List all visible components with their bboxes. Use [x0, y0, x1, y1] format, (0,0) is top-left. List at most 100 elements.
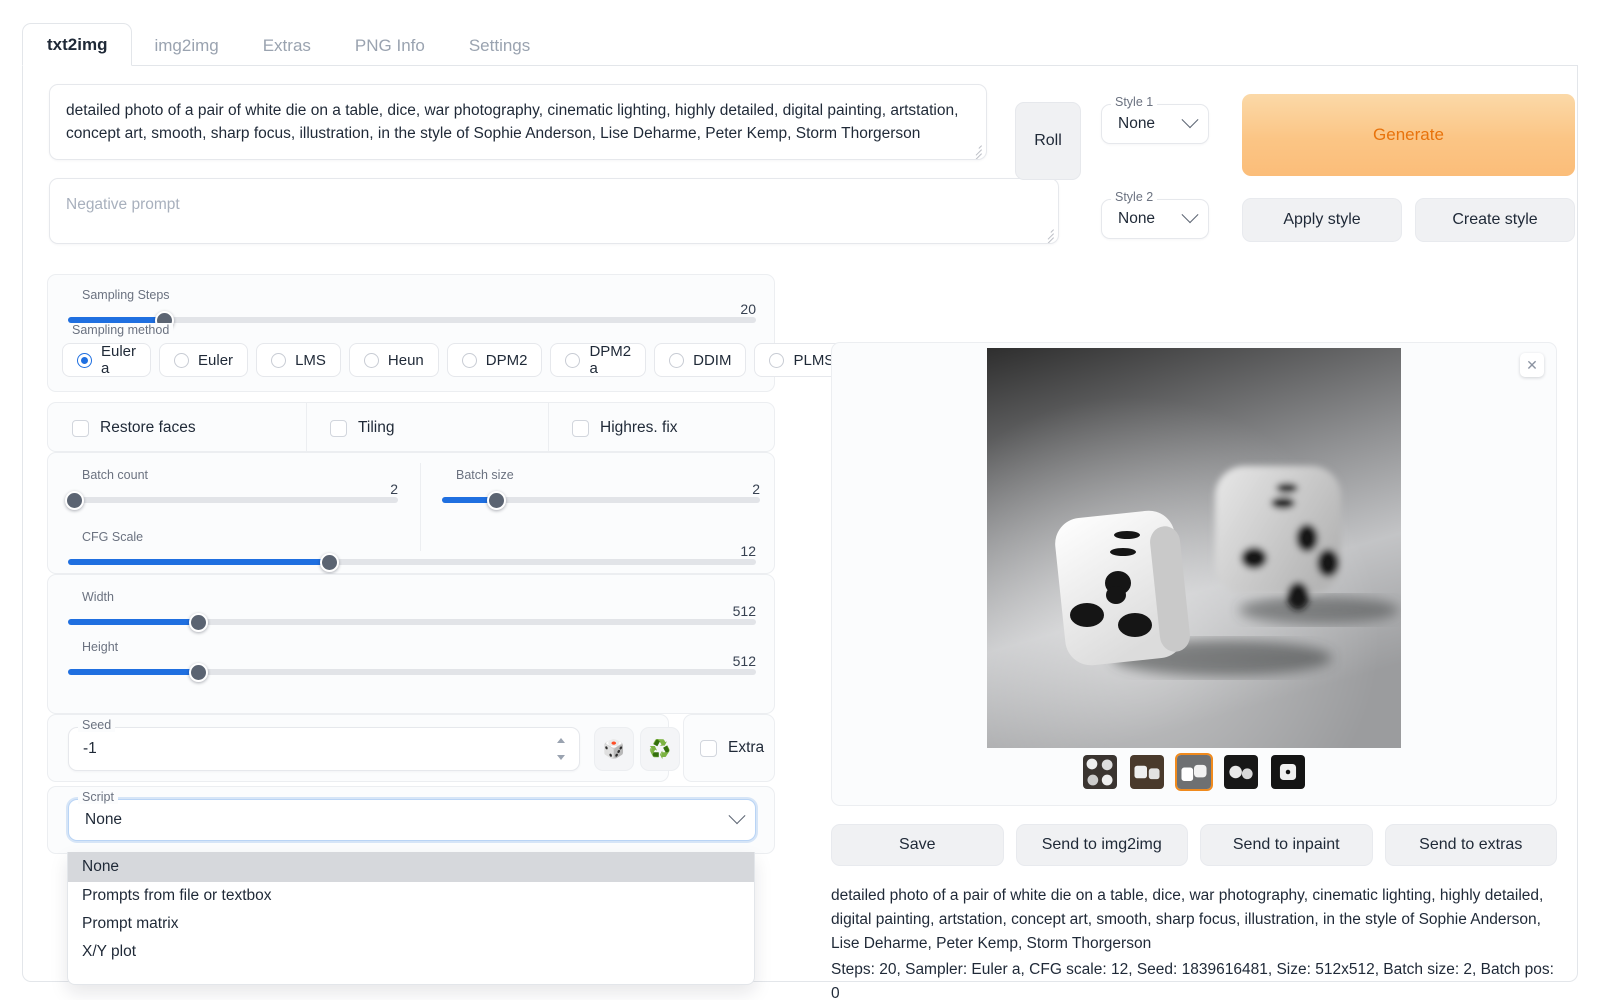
sampling-method-label: Sampling method: [68, 323, 173, 337]
output-actions: Save Send to img2img Send to inpaint Sen…: [831, 824, 1557, 866]
generation-info: detailed photo of a pair of white die on…: [831, 884, 1557, 1000]
tiling-checkbox[interactable]: Tiling: [330, 419, 394, 437]
tab-png-info[interactable]: PNG Info: [333, 27, 447, 65]
thumbnail-0[interactable]: [1081, 753, 1119, 791]
width-slider[interactable]: Width 512: [68, 599, 756, 625]
send-to-inpaint-button[interactable]: Send to inpaint: [1200, 824, 1373, 866]
style1-label: Style 1: [1111, 95, 1157, 109]
script-option-none[interactable]: None: [68, 852, 754, 882]
send-extras-label: Send to extras: [1419, 836, 1522, 854]
radio-icon: [77, 353, 92, 368]
dice-icon[interactable]: 🎲: [594, 727, 634, 771]
radio-icon: [271, 353, 286, 368]
seed-field[interactable]: Seed -1: [68, 727, 580, 771]
slider-track[interactable]: [68, 497, 398, 503]
negative-prompt-input[interactable]: Negative prompt: [49, 178, 1059, 244]
sampling-steps-label: Sampling Steps: [78, 288, 174, 302]
thumbnail-1[interactable]: [1128, 753, 1166, 791]
send-to-img2img-button[interactable]: Send to img2img: [1016, 824, 1189, 866]
slider-track[interactable]: [442, 497, 760, 503]
thumbnail-strip: [832, 753, 1556, 791]
slider-knob[interactable]: [487, 491, 506, 510]
generate-button[interactable]: Generate: [1242, 94, 1575, 176]
batch-cfg-panel: Batch count 2 Batch size 2 CFG Scale 12: [47, 452, 775, 574]
slider-knob[interactable]: [320, 553, 339, 572]
close-icon[interactable]: ✕: [1520, 353, 1544, 377]
slider-track[interactable]: [68, 619, 756, 625]
style1-dropdown[interactable]: Style 1 None: [1101, 104, 1209, 144]
extra-checkbox[interactable]: Extra: [700, 739, 764, 757]
style1-value: None: [1118, 115, 1155, 133]
radio-icon: [174, 353, 189, 368]
extra-label: Extra: [728, 739, 764, 757]
tab-extras[interactable]: Extras: [241, 27, 333, 65]
style2-label: Style 2: [1111, 190, 1157, 204]
sampler-label: PLMS: [793, 352, 834, 369]
slider-knob[interactable]: [189, 613, 208, 632]
script-option-prompt-matrix[interactable]: Prompt matrix: [68, 910, 754, 938]
tab-settings[interactable]: Settings: [447, 27, 552, 65]
prompt-input[interactable]: detailed photo of a pair of white die on…: [49, 84, 987, 160]
thumbnail-3[interactable]: [1222, 753, 1260, 791]
send-to-extras-button[interactable]: Send to extras: [1385, 824, 1558, 866]
sampler-dpm2[interactable]: DPM2: [447, 343, 543, 377]
highres-fix-checkbox[interactable]: Highres. fix: [572, 419, 678, 437]
tab-label: Extras: [263, 36, 311, 55]
sampler-heun[interactable]: Heun: [349, 343, 439, 377]
slider-knob[interactable]: [189, 663, 208, 682]
resize-handle[interactable]: [969, 142, 983, 156]
style2-dropdown[interactable]: Style 2 None: [1101, 199, 1209, 239]
sampler-label: Euler a: [101, 343, 136, 377]
chevron-down-icon: [1182, 206, 1199, 223]
script-option-xy-plot[interactable]: X/Y plot: [68, 938, 754, 966]
tab-txt2img[interactable]: txt2img: [22, 23, 132, 66]
slider-track[interactable]: [68, 669, 756, 675]
checkbox-icon: [330, 420, 347, 437]
restore-faces-checkbox[interactable]: Restore faces: [72, 419, 196, 437]
tiling-label: Tiling: [358, 419, 394, 437]
save-label: Save: [899, 836, 935, 854]
seed-value: -1: [83, 740, 97, 758]
script-option-prompts-from-file[interactable]: Prompts from file or textbox: [68, 882, 754, 910]
sampler-euler-a[interactable]: Euler a: [62, 343, 151, 377]
script-options-list[interactable]: None Prompts from file or textbox Prompt…: [67, 852, 755, 985]
sampler-label: DPM2 a: [589, 343, 631, 377]
apply-style-label: Apply style: [1283, 211, 1360, 229]
width-value: 512: [733, 603, 756, 619]
sampler-euler[interactable]: Euler: [159, 343, 248, 377]
send-img2img-label: Send to img2img: [1042, 836, 1162, 854]
cfg-scale-slider[interactable]: CFG Scale 12: [68, 539, 756, 565]
generated-dice-image: [987, 348, 1401, 748]
sampling-steps-slider[interactable]: Sampling Steps 20: [68, 297, 756, 323]
resize-handle[interactable]: [1041, 226, 1055, 240]
sampler-lms[interactable]: LMS: [256, 343, 341, 377]
extra-panel: Extra: [683, 714, 775, 782]
roll-button[interactable]: Roll: [1015, 102, 1081, 180]
roll-label: Roll: [1034, 132, 1062, 150]
cfg-scale-label: CFG Scale: [78, 530, 147, 544]
slider-knob[interactable]: [65, 491, 84, 510]
preview-image[interactable]: [987, 348, 1401, 748]
divider: [420, 463, 421, 551]
script-dropdown[interactable]: Script None: [68, 799, 756, 841]
sampler-dpm2-a[interactable]: DPM2 a: [550, 343, 646, 377]
negative-prompt-placeholder: Negative prompt: [66, 196, 180, 213]
sampling-panel: Sampling Steps 20 Sampling method Euler …: [47, 274, 775, 392]
seed-stepper[interactable]: [554, 738, 568, 760]
sampler-ddim[interactable]: DDIM: [654, 343, 746, 377]
tab-img2img[interactable]: img2img: [132, 27, 240, 65]
tab-label: PNG Info: [355, 36, 425, 55]
recycle-icon[interactable]: ♻️: [640, 727, 680, 771]
height-slider[interactable]: Height 512: [68, 649, 756, 675]
save-button[interactable]: Save: [831, 824, 1004, 866]
slider-track[interactable]: [68, 559, 756, 565]
batch-size-slider[interactable]: Batch size 2: [442, 477, 760, 503]
thumbnail-2[interactable]: [1175, 753, 1213, 791]
create-style-button[interactable]: Create style: [1415, 198, 1575, 242]
thumbnail-4[interactable]: [1269, 753, 1307, 791]
cfg-scale-value: 12: [740, 543, 756, 559]
script-option-label: Prompt matrix: [82, 915, 178, 933]
create-style-label: Create style: [1452, 211, 1537, 229]
batch-count-slider[interactable]: Batch count 2: [68, 477, 398, 503]
apply-style-button[interactable]: Apply style: [1242, 198, 1402, 242]
